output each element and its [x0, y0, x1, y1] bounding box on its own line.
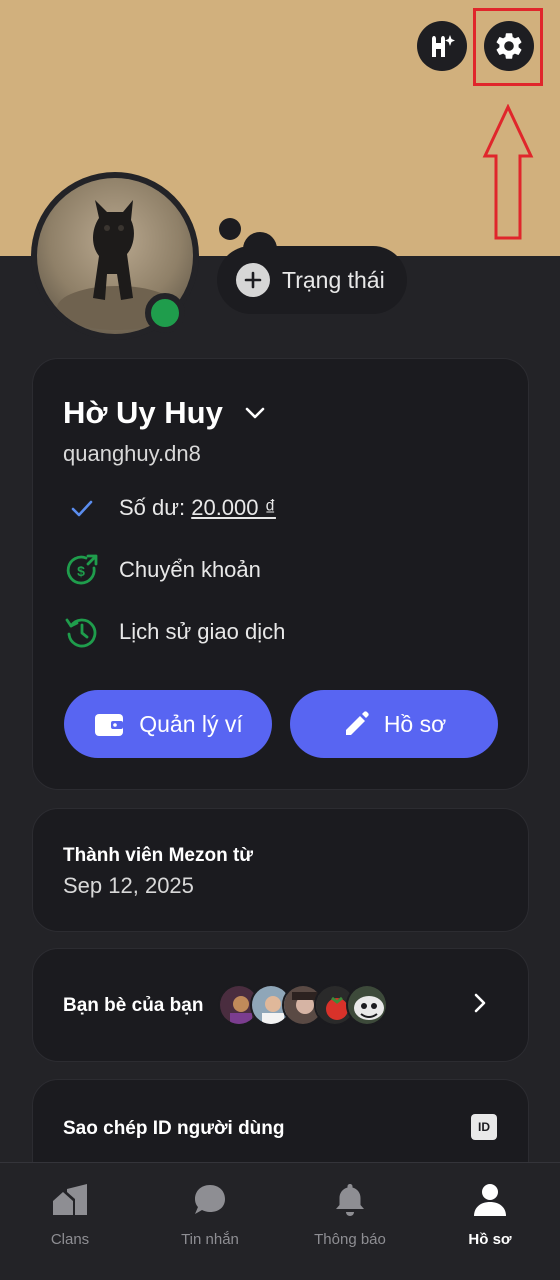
chevron-right-icon — [474, 993, 486, 1013]
svg-text:$: $ — [77, 563, 85, 579]
pencil-icon — [345, 711, 369, 735]
nav-label-notifications: Thông báo — [314, 1231, 386, 1248]
manage-wallet-label: Quản lý ví — [139, 710, 243, 737]
decoration-button[interactable] — [417, 21, 467, 71]
history-row[interactable]: Lịch sử giao dịch — [63, 613, 285, 651]
nav-label-messages: Tin nhắn — [181, 1231, 239, 1248]
user-icon — [474, 1184, 506, 1216]
member-since-date: Sep 12, 2025 — [63, 873, 194, 898]
bell-icon — [336, 1184, 364, 1216]
username: quanghuy.dn8 — [63, 441, 201, 466]
settings-highlight-box — [473, 8, 543, 86]
history-icon — [63, 613, 101, 651]
friend-avatar — [346, 984, 388, 1026]
nav-label-clans: Clans — [50, 1231, 90, 1248]
balance-row: Số dư: 20.000 ₫ — [63, 489, 276, 527]
nav-label-profile: Hồ sơ — [468, 1231, 512, 1248]
balance-label: Số dư: — [119, 495, 192, 520]
member-since-card: Thành viên Mezon từ Sep 12, 2025 — [32, 808, 529, 932]
display-name-row[interactable]: Hờ Uy Huy — [63, 395, 265, 431]
plus-icon — [236, 263, 270, 297]
history-label: Lịch sử giao dịch — [119, 619, 286, 644]
transfer-row[interactable]: $ Chuyển khoản — [63, 551, 261, 589]
clans-icon — [53, 1184, 87, 1215]
friends-label: Bạn bè của bạn — [63, 995, 204, 1016]
friends-card[interactable]: Bạn bè của bạn — [32, 948, 529, 1062]
manage-wallet-button[interactable]: Quản lý ví — [64, 690, 272, 758]
set-status-button[interactable]: Trạng thái — [217, 246, 407, 314]
nav-item-notifications[interactable]: Thông báo — [280, 1163, 420, 1280]
display-name: Hờ Uy Huy — [63, 395, 223, 430]
transfer-label: Chuyển khoản — [119, 557, 261, 582]
nav-item-messages[interactable]: Tin nhắn — [140, 1163, 280, 1280]
sparkle-shop-icon — [432, 35, 455, 57]
bottom-navigation: Clans Tin nhắn Thông báo Hồ sơ — [0, 1162, 560, 1280]
money-transfer-icon: $ — [63, 551, 101, 589]
edit-profile-button[interactable]: Hồ sơ — [290, 690, 498, 758]
up-arrow-annotation — [482, 104, 534, 240]
friend-avatars — [218, 984, 388, 1026]
chat-icon — [195, 1185, 225, 1214]
chevron-down-icon — [245, 407, 265, 419]
status-label: Trạng thái — [282, 266, 385, 293]
member-since-title: Thành viên Mezon từ — [63, 845, 254, 866]
nav-item-clans[interactable]: Clans — [0, 1163, 140, 1280]
check-icon — [63, 489, 101, 527]
online-status-dot — [145, 293, 185, 333]
edit-profile-label: Hồ sơ — [383, 710, 447, 737]
balance-value: 20.000 ₫ — [191, 495, 276, 520]
nav-item-profile[interactable]: Hồ sơ — [420, 1163, 560, 1280]
id-card-icon: ID — [471, 1114, 497, 1140]
balance-text: Số dư: 20.000 ₫ — [119, 495, 276, 521]
profile-card: Hờ Uy Huy quanghuy.dn8 Số dư: 20.000 ₫ $… — [32, 358, 529, 790]
wallet-icon — [95, 714, 124, 736]
copy-user-id-label: Sao chép ID người dùng — [63, 1118, 285, 1139]
status-bubble-small — [219, 218, 241, 240]
